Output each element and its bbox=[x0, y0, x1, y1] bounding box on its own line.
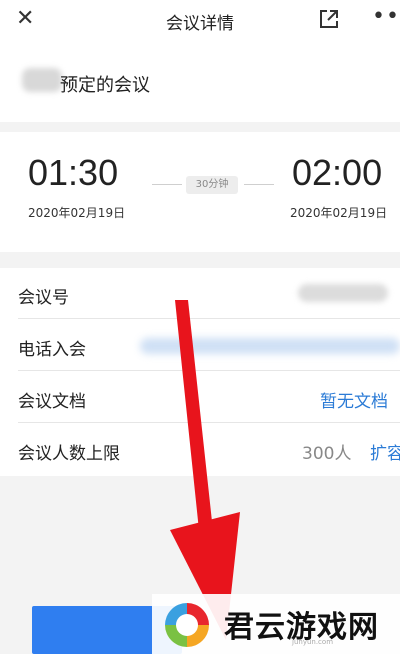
row-divider bbox=[18, 370, 400, 371]
capacity-row: 会议人数上限 300人 扩容 bbox=[0, 424, 400, 475]
expand-capacity-link[interactable]: 扩容 bbox=[370, 439, 400, 464]
meeting-docs-row[interactable]: 会议文档 暂无文档 bbox=[0, 372, 400, 423]
section-divider bbox=[0, 122, 400, 132]
start-time: 01:30 bbox=[28, 152, 119, 193]
docs-value-link[interactable]: 暂无文档 bbox=[320, 387, 388, 412]
start-date: 2020年02月19日 bbox=[28, 206, 126, 220]
more-icon[interactable]: ••• bbox=[372, 4, 400, 29]
watermark-logo-icon bbox=[165, 603, 209, 647]
meeting-id-row[interactable]: 会议号 bbox=[0, 268, 400, 319]
organizer-label: 预定的会议 bbox=[60, 75, 150, 96]
watermark: 君云游戏网 junyun.com bbox=[152, 594, 400, 654]
row-divider bbox=[18, 422, 400, 423]
page-title: 会议详情 bbox=[166, 14, 234, 34]
meeting-id-label: 会议号 bbox=[18, 288, 69, 308]
duration-line-right bbox=[244, 184, 274, 185]
duration-line-left bbox=[152, 184, 182, 185]
blurred-phone-number[interactable] bbox=[140, 338, 400, 354]
section-divider bbox=[0, 252, 400, 268]
meeting-docs-label: 会议文档 bbox=[18, 392, 86, 412]
capacity-value: 300人 bbox=[302, 444, 352, 464]
top-bar: ✕ 会议详情 ••• bbox=[0, 0, 400, 40]
capacity-label: 会议人数上限 bbox=[18, 444, 120, 464]
duration-badge: 30分钟 bbox=[186, 176, 238, 194]
end-time: 02:00 bbox=[292, 152, 383, 193]
end-date: 2020年02月19日 bbox=[290, 206, 388, 220]
blurred-organizer-name bbox=[22, 68, 62, 92]
watermark-url: junyun.com bbox=[292, 638, 334, 646]
row-divider bbox=[18, 318, 400, 319]
blurred-meeting-id bbox=[298, 284, 388, 302]
organizer-section: 预定的会议 bbox=[0, 42, 400, 122]
schedule-section: 01:30 2020年02月19日 30分钟 02:00 2020年02月19日 bbox=[0, 132, 400, 252]
share-icon[interactable] bbox=[318, 8, 340, 30]
phone-join-row[interactable]: 电话入会 bbox=[0, 320, 400, 371]
phone-join-label: 电话入会 bbox=[18, 340, 86, 360]
